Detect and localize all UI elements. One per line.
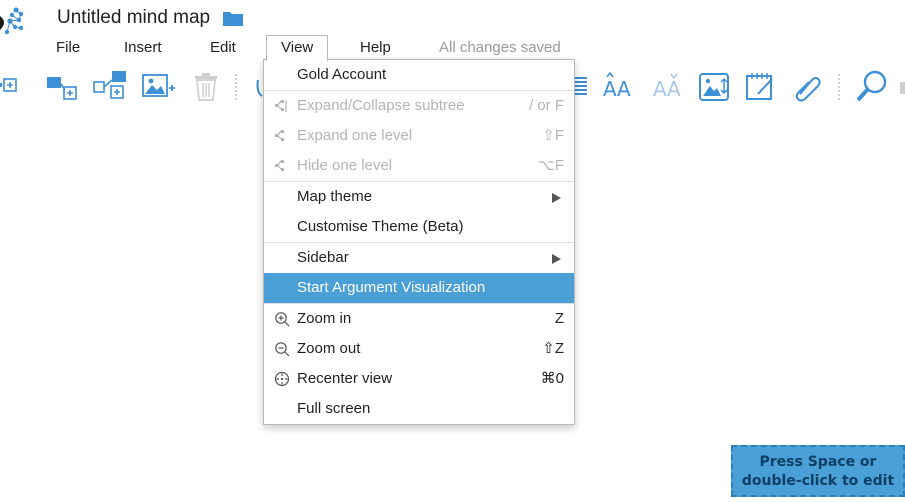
menu-bar: File Insert Edit View Help All changes s… (0, 35, 905, 61)
view-menu-customise-theme[interactable]: Customise Theme (Beta) (264, 212, 574, 242)
add-linked-node-icon[interactable] (92, 68, 130, 102)
document-title[interactable]: Untitled mind map (57, 7, 210, 29)
svg-text:A: A (603, 77, 617, 100)
image-size-icon[interactable] (698, 72, 730, 102)
mindmap-node[interactable]: Press Space or double-click to edit (731, 445, 905, 497)
submenu-arrow-icon (552, 193, 561, 203)
svg-text:A: A (617, 77, 631, 100)
menu-help[interactable]: Help (360, 36, 391, 60)
zoom-in-icon (275, 312, 290, 327)
add-child-node-icon[interactable] (0, 76, 18, 94)
attach-link-icon[interactable] (792, 72, 822, 102)
view-menu-zoom-in[interactable]: Zoom in Z (264, 303, 574, 334)
recenter-icon (274, 371, 290, 387)
toolbar-separator-2 (838, 74, 840, 100)
menu-view[interactable]: View (266, 35, 329, 61)
view-menu-start-argument-visualization[interactable]: Start Argument Visualization (264, 273, 574, 303)
add-image-icon[interactable] (141, 72, 179, 100)
view-menu-sidebar[interactable]: Sidebar (264, 242, 574, 273)
view-menu-full-screen[interactable]: Full screen (264, 394, 574, 424)
view-menu-gold-account[interactable]: Gold Account (264, 60, 574, 90)
toolbar-separator (235, 74, 237, 100)
increase-font-icon[interactable]: A A (602, 72, 636, 100)
view-menu-hide-one-level[interactable]: Hide one level ⌥F (264, 151, 574, 181)
svg-text:A: A (667, 77, 681, 100)
title-row: Untitled mind map (57, 6, 244, 30)
svg-text:A: A (653, 77, 667, 100)
subtree-icon (275, 100, 287, 112)
expand-level-icon (275, 130, 284, 141)
view-menu-dropdown: Gold Account Expand/Collapse subtree / o… (263, 59, 575, 425)
toolbar-overflow (900, 82, 905, 94)
view-menu-expand-one-level[interactable]: Expand one level ⇧F (264, 121, 574, 151)
note-icon[interactable] (744, 70, 776, 102)
view-menu-expand-collapse[interactable]: Expand/Collapse subtree / or F (264, 90, 574, 121)
submenu-arrow-icon (552, 254, 561, 264)
view-menu-zoom-out[interactable]: Zoom out ⇧Z (264, 334, 574, 364)
mindmap-app: Untitled mind map File Insert Edit View … (0, 0, 905, 502)
menu-file[interactable]: File (56, 36, 80, 60)
save-status: All changes saved (439, 39, 561, 56)
add-sibling-node-icon[interactable] (45, 72, 79, 102)
menu-edit[interactable]: Edit (210, 36, 236, 60)
zoom-out-icon (275, 342, 290, 357)
view-menu-map-theme[interactable]: Map theme (264, 181, 574, 212)
view-menu-recenter-view[interactable]: Recenter view ⌘0 (264, 364, 574, 394)
menu-insert[interactable]: Insert (124, 36, 162, 60)
decrease-font-icon[interactable]: A A (652, 72, 686, 100)
node-hint-text: Press Space or double-click to edit (741, 454, 895, 489)
search-icon[interactable] (856, 70, 890, 102)
folder-icon[interactable] (222, 9, 244, 27)
delete-icon[interactable] (193, 72, 219, 102)
hide-level-icon (275, 160, 284, 171)
